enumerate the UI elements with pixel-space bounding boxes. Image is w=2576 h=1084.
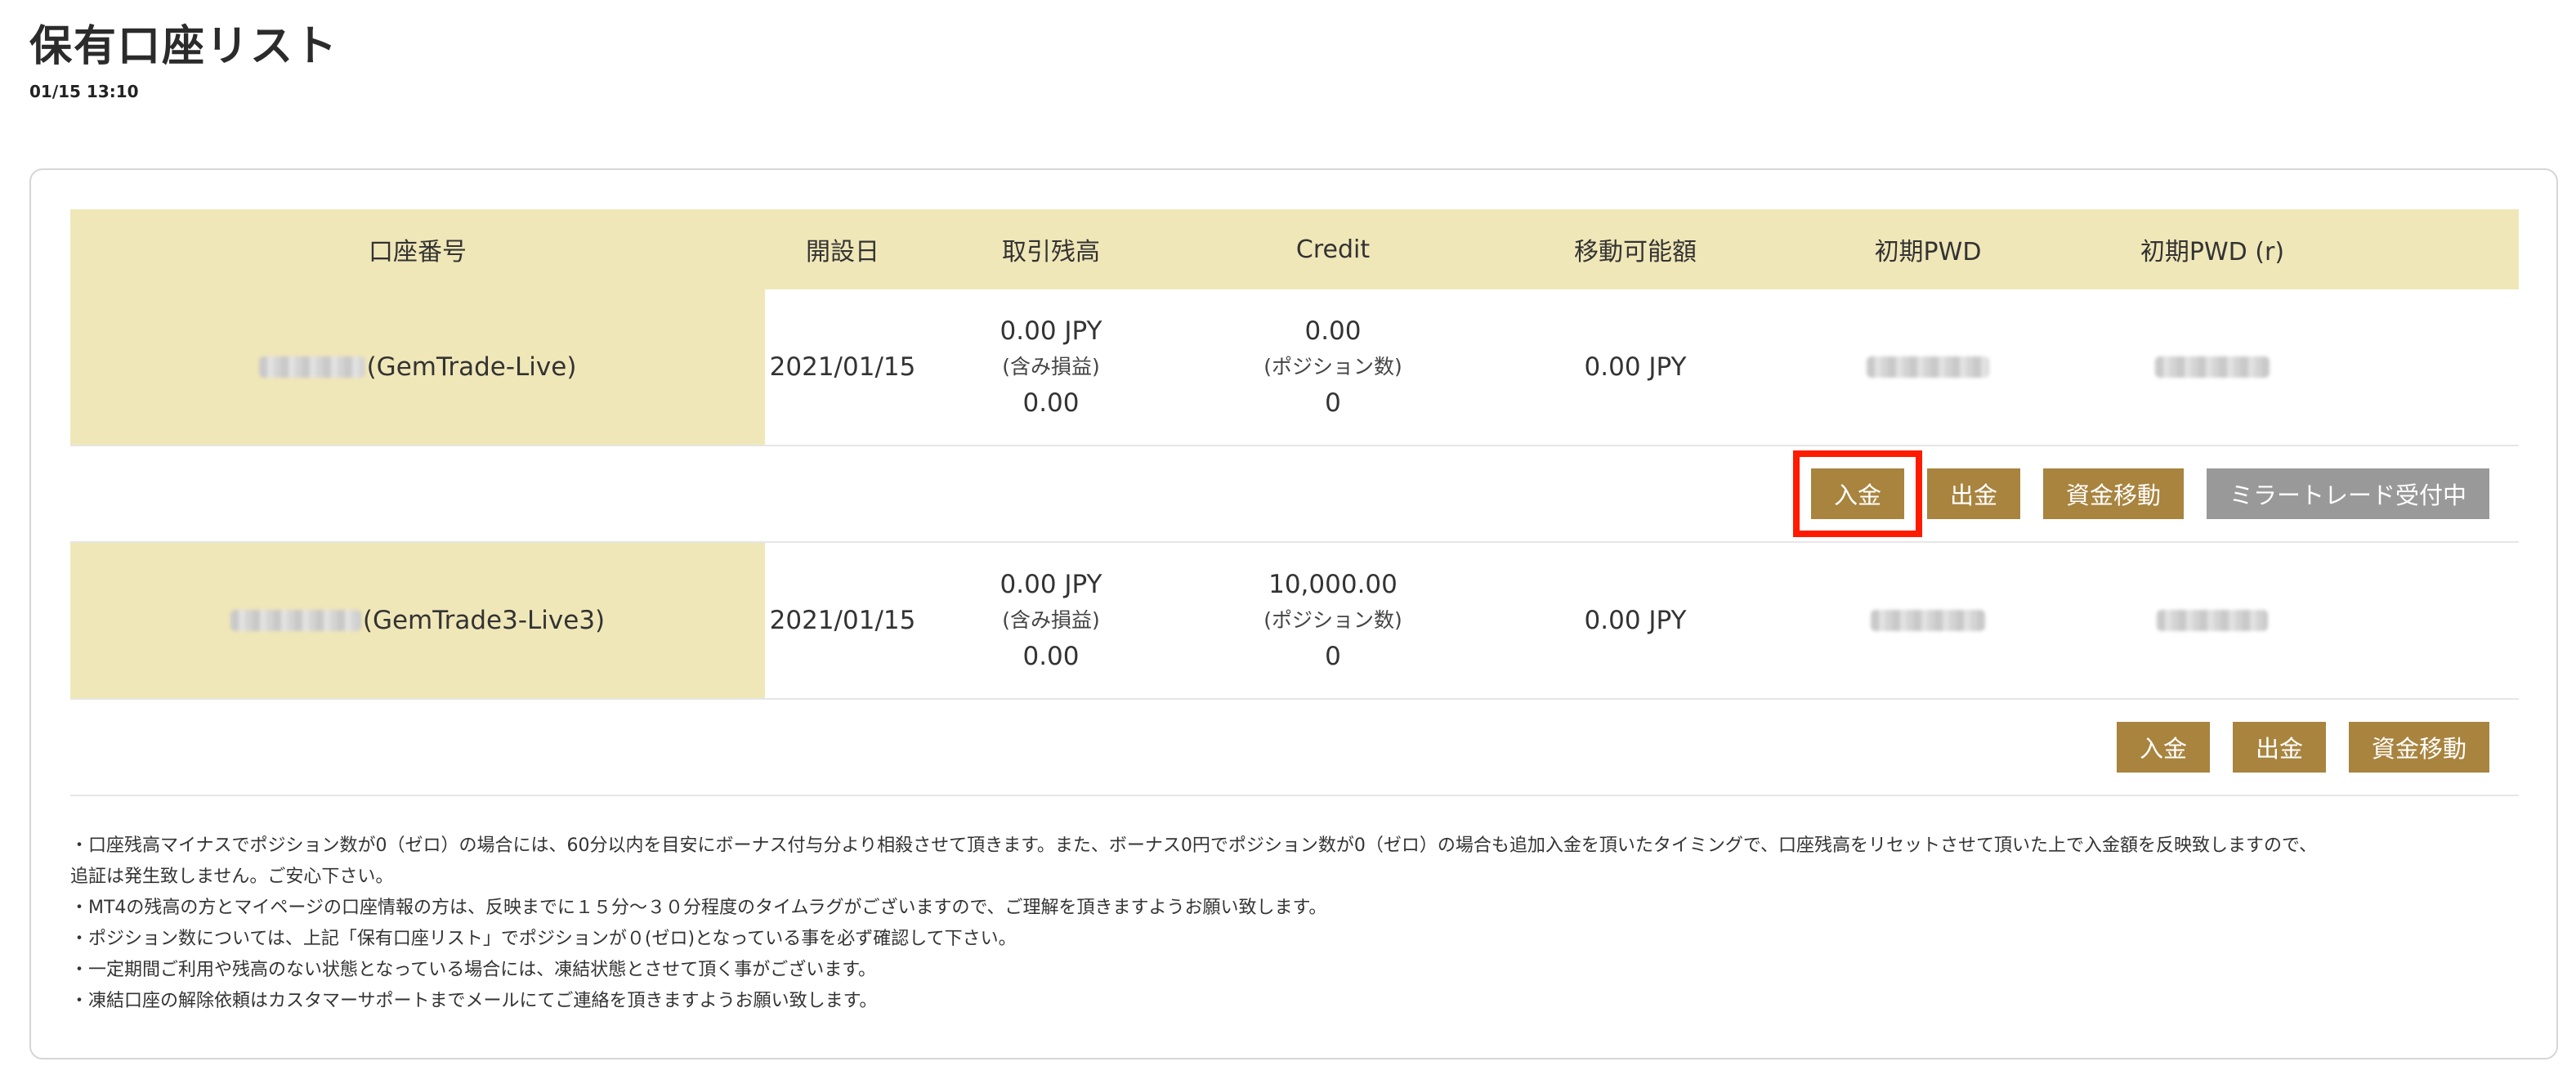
credit-cell: 0.00 (ポジション数) 0	[1182, 289, 1484, 445]
movable-amount: 0.00 JPY	[1584, 352, 1687, 382]
credit-value: 10,000.00	[1268, 570, 1398, 599]
mirror-trade-status-button[interactable]: ミラートレード受付中	[2206, 468, 2489, 519]
credit-cell: 10,000.00 (ポジション数) 0	[1182, 543, 1484, 698]
unrealized-pl: 0.00	[1022, 642, 1080, 671]
masked-initial-pwd	[1867, 356, 1989, 378]
masked-initial-pwd	[1871, 610, 1985, 631]
note-line: ・一定期間ご利用や残高のない状態となっている場合には、凍結状態とさせて頂く事がご…	[70, 960, 877, 980]
note-line: ・MT4の残高の方とマイページの口座情報の方は、反映までに１５分〜３０分程度のタ…	[70, 898, 1327, 918]
header-initial-pwd-r: 初期PWD (r)	[2140, 238, 2285, 267]
open-date: 2021/01/15	[769, 352, 916, 382]
header-movable-amount: 移動可能額	[1574, 238, 1697, 267]
open-date-cell: 2021/01/15	[765, 543, 920, 698]
open-date: 2021/01/15	[769, 606, 916, 635]
credit-value: 0.00	[1304, 316, 1362, 346]
movable-amount-cell: 0.00 JPY	[1484, 543, 1787, 698]
initial-pwd-r-cell	[2069, 543, 2355, 698]
withdraw-button[interactable]: 出金	[2232, 722, 2326, 773]
masked-account-number	[258, 356, 365, 378]
movable-amount: 0.00 JPY	[1584, 606, 1687, 635]
balance-note: (含み損益)	[1002, 355, 1100, 379]
masked-account-number	[230, 610, 361, 631]
open-date-cell: 2021/01/15	[765, 289, 920, 445]
account-list-card: 口座番号 開設日 取引残高 Credit 移動可能額 初期PWD 初期PWD (…	[29, 168, 2558, 1059]
header-credit: Credit	[1295, 235, 1371, 264]
account-server: (GemTrade3-Live3)	[362, 606, 606, 635]
balance-note: (含み損益)	[1002, 608, 1100, 632]
position-note: (ポジション数)	[1263, 355, 1402, 379]
note-line: ・口座残高マイナスでポジション数が0（ゼロ）の場合には、60分以内を目安にボーナ…	[70, 835, 2318, 856]
table-row: (GemTrade-Live) 2021/01/15 0.00 JPY (含み損…	[70, 289, 2519, 446]
header-initial-pwd: 初期PWD	[1874, 238, 1982, 267]
note-line: ・ポジション数については、上記「保有口座リスト」でポジションが０(ゼロ)となって…	[70, 929, 1017, 949]
update-timestamp: 01/15 13:10	[29, 82, 139, 101]
account-server: (GemTrade-Live)	[366, 352, 577, 382]
initial-pwd-r-cell	[2069, 289, 2355, 445]
movable-amount-cell: 0.00 JPY	[1484, 289, 1787, 445]
header-account-number: 口座番号	[369, 238, 467, 267]
page-title: 保有口座リスト	[29, 22, 339, 71]
balance-value: 0.00 JPY	[1000, 316, 1102, 346]
position-note: (ポジション数)	[1263, 608, 1402, 632]
balance-value: 0.00 JPY	[1000, 570, 1102, 599]
account-number-cell: (GemTrade-Live)	[70, 289, 765, 445]
notes-section: ・口座残高マイナスでポジション数が0（ゼロ）の場合には、60分以内を目安にボーナ…	[70, 831, 2522, 1017]
unrealized-pl: 0.00	[1022, 388, 1080, 418]
masked-initial-pwd-r	[2155, 356, 2270, 378]
account-table: 口座番号 開設日 取引残高 Credit 移動可能額 初期PWD 初期PWD (…	[70, 209, 2519, 796]
note-line: 追証は発生致しません。ご安心下さい。	[70, 867, 394, 887]
note-line: ・凍結口座の解除依頼はカスタマーサポートまでメールにてご連絡を頂きますようお願い…	[70, 991, 878, 1011]
header-open-date: 開設日	[806, 238, 879, 267]
masked-initial-pwd-r	[2157, 610, 2268, 631]
initial-pwd-cell	[1787, 543, 2069, 698]
table-header: 口座番号 開設日 取引残高 Credit 移動可能額 初期PWD 初期PWD (…	[70, 209, 2519, 289]
withdraw-button[interactable]: 出金	[1926, 468, 2020, 519]
account-actions-row: 入金 出金 資金移動	[70, 700, 2519, 796]
header-balance: 取引残高	[1002, 238, 1100, 267]
balance-cell: 0.00 JPY (含み損益) 0.00	[920, 543, 1182, 698]
account-number-cell: (GemTrade3-Live3)	[70, 543, 765, 698]
fund-transfer-button[interactable]: 資金移動	[2042, 468, 2184, 519]
balance-cell: 0.00 JPY (含み損益) 0.00	[920, 289, 1182, 445]
fund-transfer-button[interactable]: 資金移動	[2348, 722, 2489, 773]
table-row: (GemTrade3-Live3) 2021/01/15 0.00 JPY (含…	[70, 543, 2519, 700]
initial-pwd-cell	[1787, 289, 2069, 445]
position-count: 0	[1325, 642, 1341, 671]
deposit-button[interactable]: 入金	[1792, 450, 1922, 537]
position-count: 0	[1325, 388, 1341, 418]
deposit-button[interactable]: 入金	[2116, 722, 2210, 773]
account-actions-row: 入金 出金 資金移動 ミラートレード受付中	[70, 446, 2519, 543]
